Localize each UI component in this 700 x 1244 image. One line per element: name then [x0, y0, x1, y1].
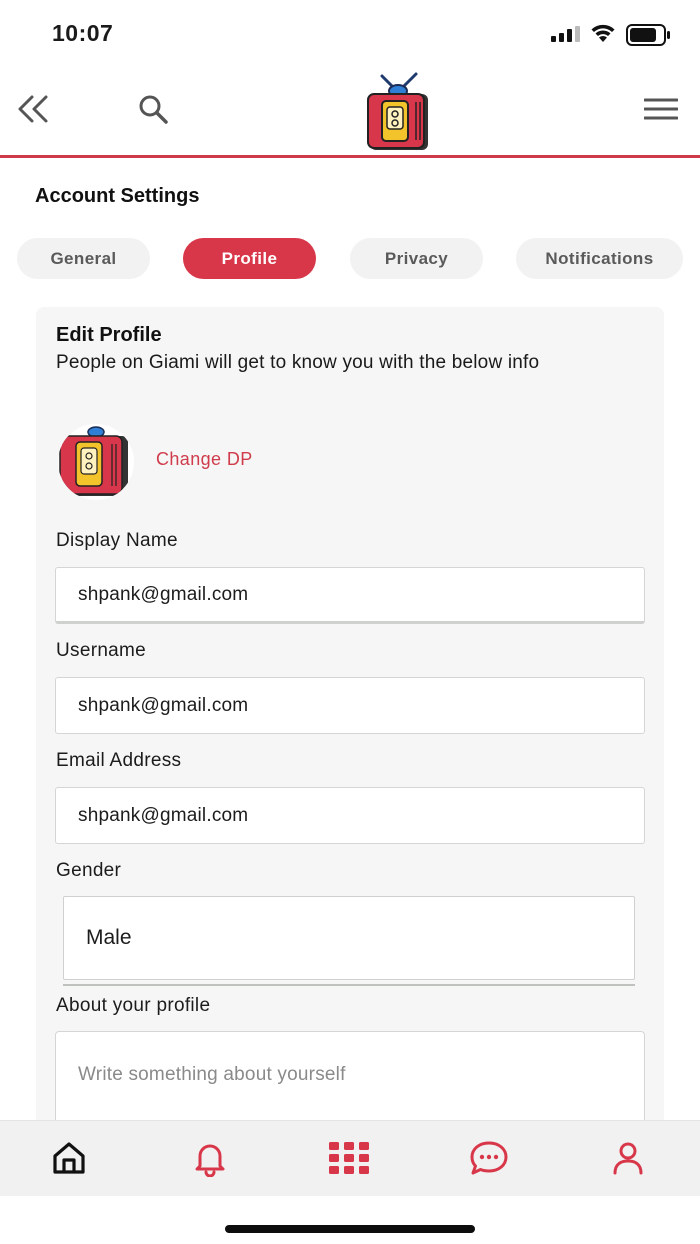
page-title: Account Settings [35, 185, 200, 207]
avatar[interactable] [58, 424, 134, 500]
status-bar: 10:07 [0, 0, 700, 64]
about-profile-label: About your profile [56, 995, 211, 1016]
email-input[interactable]: shpank@gmail.com [55, 787, 645, 844]
home-indicator [225, 1225, 475, 1233]
top-navigation-bar [0, 64, 700, 158]
menu-button[interactable] [636, 84, 686, 134]
search-button[interactable] [128, 84, 178, 134]
bottom-tab-apps[interactable] [327, 1136, 371, 1180]
gender-select-underline [63, 984, 635, 986]
tab-profile[interactable]: Profile [183, 238, 316, 279]
battery-icon [626, 24, 670, 46]
edit-profile-subtitle: People on Giami will get to know you wit… [56, 352, 540, 373]
bottom-tab-profile[interactable] [606, 1136, 650, 1180]
app-logo[interactable] [360, 72, 436, 152]
home-icon [53, 1142, 85, 1174]
apps-grid-icon [329, 1142, 369, 1174]
screen: 10:07 Account Settings General Profile P… [0, 0, 700, 1244]
search-icon [139, 95, 168, 124]
display-name-input[interactable]: shpank@gmail.com [55, 567, 645, 624]
chat-icon [470, 1141, 508, 1175]
tab-general[interactable]: General [17, 238, 150, 279]
hamburger-menu-icon [644, 98, 678, 120]
username-label: Username [56, 640, 147, 661]
display-name-label: Display Name [56, 530, 178, 551]
bottom-tab-bar [0, 1120, 700, 1196]
bottom-tab-notifications[interactable] [188, 1136, 232, 1180]
edit-profile-card: Edit Profile People on Giami will get to… [36, 307, 664, 1151]
settings-tabs: General Profile Privacy Notifications [0, 238, 700, 280]
email-label: Email Address [56, 750, 182, 771]
bottom-tab-messages[interactable] [467, 1136, 511, 1180]
user-icon [613, 1142, 643, 1175]
bottom-tab-home[interactable] [47, 1136, 91, 1180]
gender-select[interactable]: Male [63, 896, 635, 980]
back-button[interactable] [8, 84, 58, 134]
edit-profile-title: Edit Profile [56, 324, 162, 346]
gender-label: Gender [56, 860, 122, 881]
wifi-icon [591, 24, 615, 42]
tab-privacy[interactable]: Privacy [350, 238, 483, 279]
bell-icon [195, 1144, 225, 1177]
change-dp-link[interactable]: Change DP [156, 449, 253, 470]
cellular-signal-icon [551, 26, 580, 42]
avatar-image [59, 426, 128, 496]
tab-notifications[interactable]: Notifications [516, 238, 683, 279]
double-chevron-left-icon [18, 95, 48, 123]
username-input[interactable]: shpank@gmail.com [55, 677, 645, 734]
status-time: 10:07 [52, 20, 114, 46]
